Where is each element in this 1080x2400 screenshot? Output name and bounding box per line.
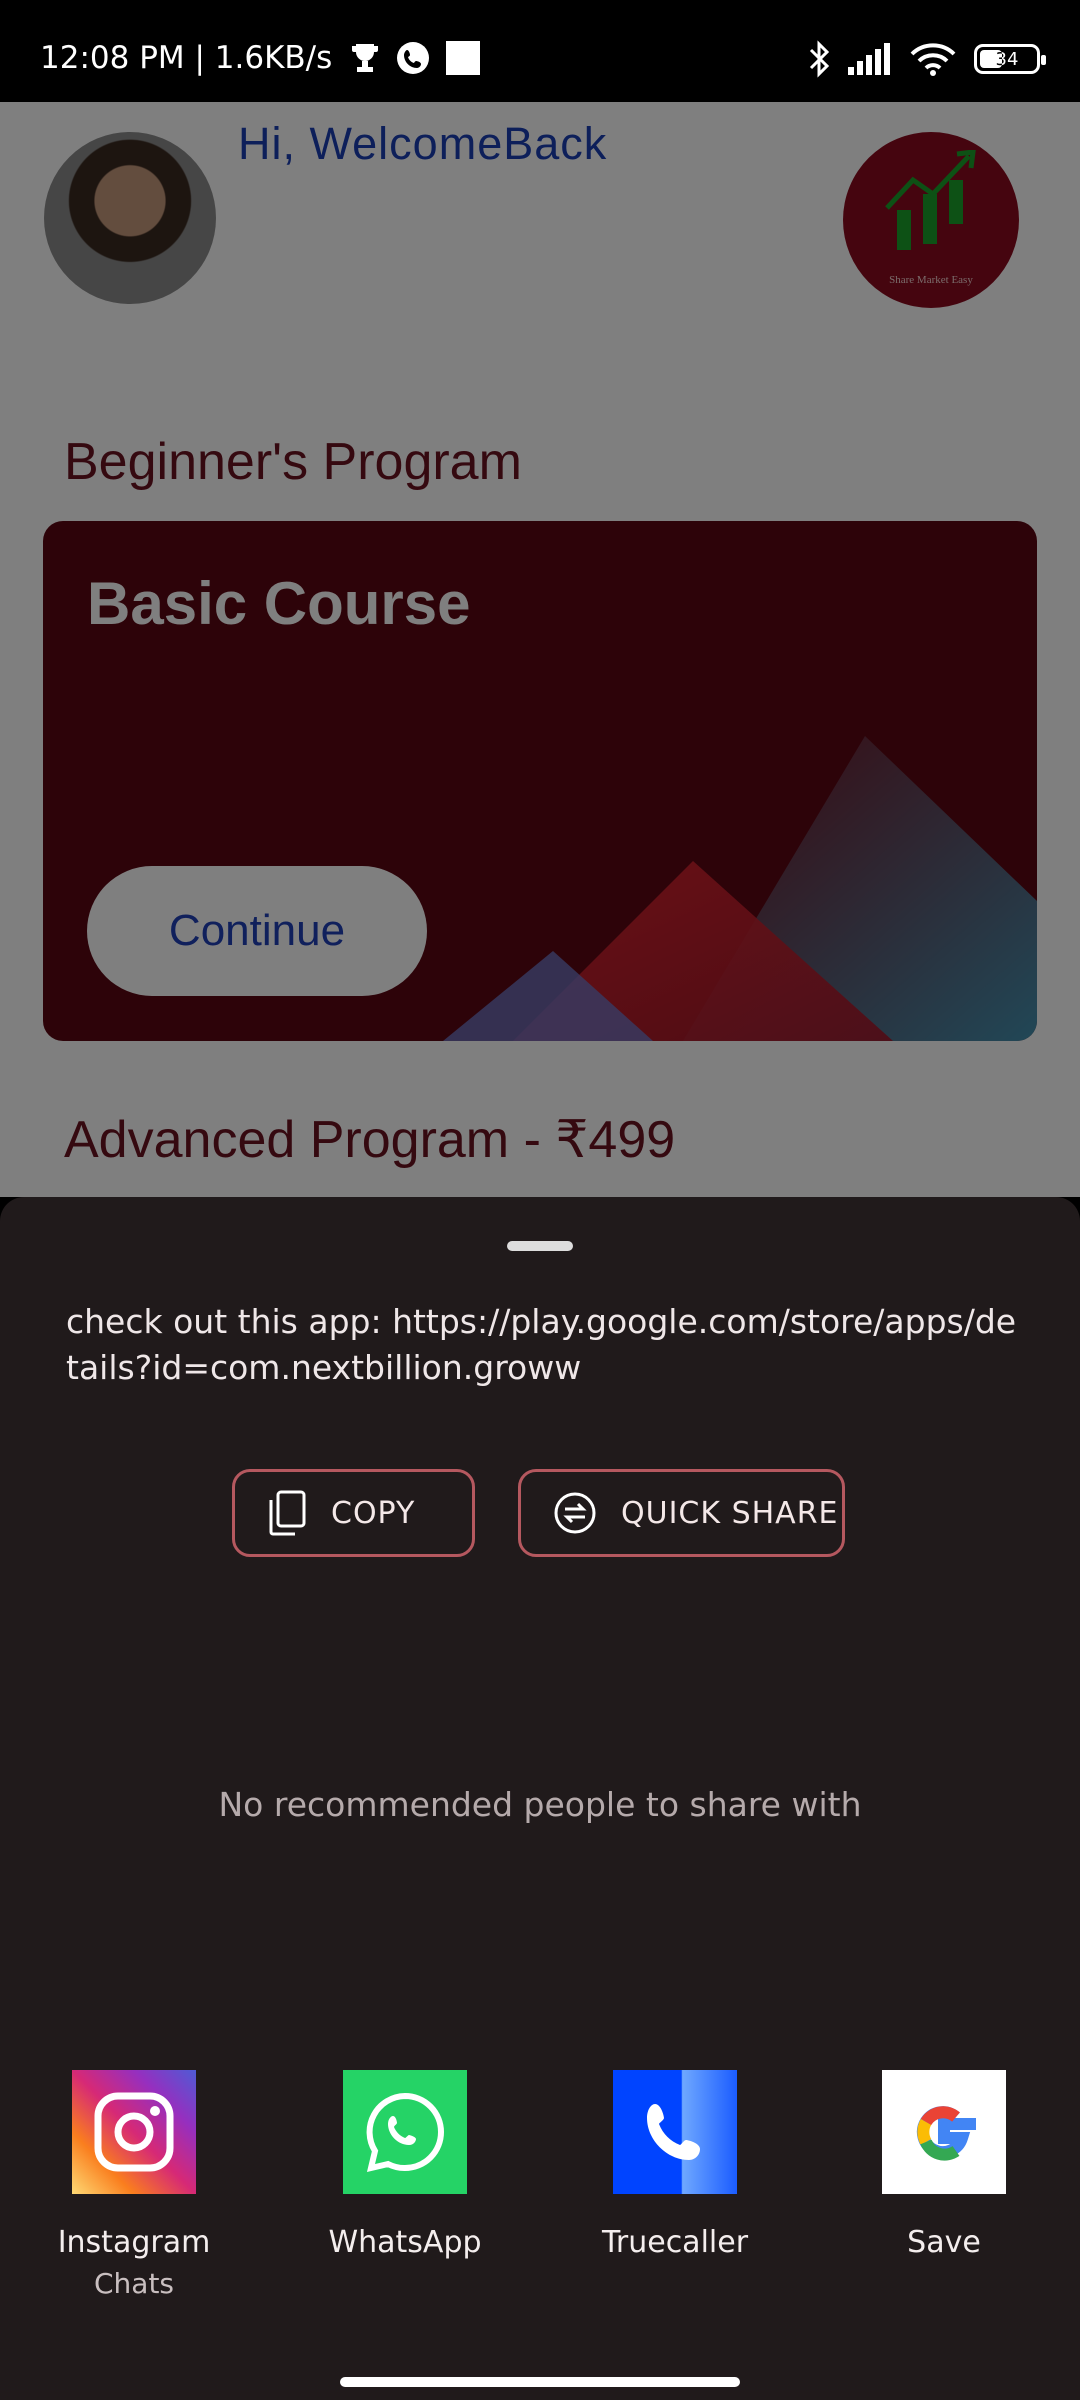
copy-button[interactable]: COPY bbox=[232, 1469, 475, 1557]
truecaller-icon bbox=[613, 2070, 737, 2194]
greeting: Hi, WelcomeBack bbox=[238, 118, 608, 169]
share-target-truecaller[interactable]: Truecaller bbox=[580, 2070, 770, 2262]
drag-handle[interactable] bbox=[507, 1241, 573, 1251]
battery-icon: 34 bbox=[974, 44, 1046, 74]
phone-app-icon bbox=[397, 42, 430, 74]
wifi-icon bbox=[910, 43, 956, 76]
share-app-row: Instagram Chats WhatsApp Truecaller Save bbox=[0, 2070, 1080, 2300]
battery-level: 34 bbox=[995, 48, 1019, 70]
share-sheet: check out this app: https://play.google.… bbox=[0, 1197, 1080, 2400]
card-title: Basic Course bbox=[87, 570, 471, 637]
app-label: Instagram bbox=[57, 2225, 211, 2260]
app-sublabel: Chats bbox=[93, 2267, 175, 2300]
time-speed: 12:08 PM | 1.6KB/s bbox=[40, 40, 333, 76]
share-target-whatsapp[interactable]: WhatsApp bbox=[310, 2070, 500, 2262]
signal-icon bbox=[848, 43, 890, 75]
basic-course-card[interactable]: Basic Course Continue bbox=[43, 521, 1037, 1041]
quick-share-icon bbox=[554, 1492, 596, 1534]
gesture-navigation-bar[interactable] bbox=[340, 2377, 740, 2387]
app-label: Truecaller bbox=[601, 2225, 749, 2260]
copy-icon bbox=[269, 1490, 306, 1536]
trophy-icon bbox=[352, 44, 379, 72]
logo-text: Share Market Easy bbox=[889, 274, 973, 286]
avatar[interactable] bbox=[44, 132, 216, 304]
app-logo: Share Market Easy bbox=[843, 132, 1019, 308]
share-target-instagram[interactable]: Instagram Chats bbox=[39, 2070, 229, 2306]
beginner-program-title: Beginner's Program bbox=[64, 433, 522, 491]
google-icon bbox=[882, 2070, 1006, 2194]
whatsapp-icon bbox=[343, 2070, 467, 2194]
copy-label: COPY bbox=[331, 1495, 416, 1531]
status-right: 34 bbox=[808, 40, 1046, 78]
no-recommended-people: No recommended people to share with bbox=[218, 1785, 862, 1824]
quick-share-label: QUICK SHARE bbox=[621, 1495, 839, 1531]
bluetooth-icon bbox=[809, 40, 830, 78]
app-label: WhatsApp bbox=[328, 2225, 482, 2260]
advanced-program-title: Advanced Program - ₹499 bbox=[64, 1111, 676, 1169]
app-label: Save bbox=[907, 2225, 981, 2260]
instagram-icon bbox=[72, 2070, 196, 2194]
status-left: 12:08 PM | 1.6KB/s bbox=[40, 40, 481, 76]
chart-logo-icon bbox=[885, 150, 976, 250]
continue-button[interactable]: Continue bbox=[87, 866, 427, 996]
quick-share-button[interactable]: QUICK SHARE bbox=[518, 1469, 845, 1557]
home-screen: Hi, WelcomeBack Share Market Easy Beginn… bbox=[0, 102, 1080, 1197]
status-bar: 12:08 PM | 1.6KB/s 34 bbox=[0, 0, 1080, 102]
share-text: check out this app: https://play.google.… bbox=[66, 1302, 1017, 1387]
square-icon bbox=[446, 41, 481, 75]
share-target-save[interactable]: Save bbox=[849, 2070, 1039, 2262]
